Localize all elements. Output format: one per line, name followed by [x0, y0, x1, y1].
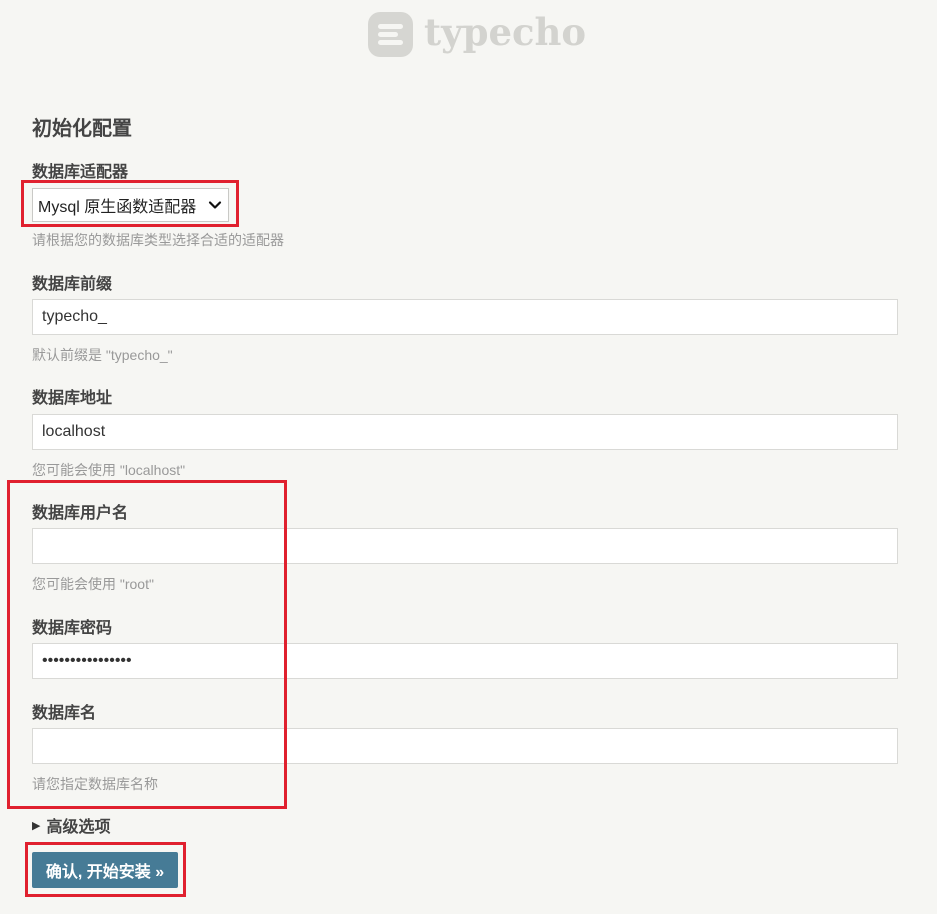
user-input[interactable]	[32, 528, 898, 564]
dbname-input[interactable]	[32, 728, 898, 764]
triangle-right-icon: ▶	[32, 819, 41, 832]
adapter-label: 数据库适配器	[32, 164, 129, 181]
advanced-options-label: 高级选项	[46, 819, 111, 836]
adapter-select[interactable]: Mysql 原生函数适配器	[32, 188, 229, 222]
adapter-hint: 请根据您的数据库类型选择合适的适配器	[32, 232, 284, 248]
user-label: 数据库用户名	[32, 505, 129, 522]
user-hint: 您可能会使用 "root"	[32, 576, 154, 592]
dbname-label: 数据库名	[32, 705, 97, 722]
password-input[interactable]	[32, 643, 898, 679]
prefix-hint: 默认前缀是 "typecho_"	[32, 347, 173, 363]
host-label: 数据库地址	[32, 390, 113, 407]
password-label: 数据库密码	[32, 620, 113, 637]
typecho-logo-icon	[368, 11, 413, 57]
logo-text: typecho	[424, 9, 587, 54]
prefix-label: 数据库前缀	[32, 276, 113, 293]
prefix-input[interactable]	[32, 299, 898, 335]
advanced-options-toggle[interactable]: ▶ 高级选项	[32, 813, 110, 837]
adapter-select-value: Mysql 原生函数适配器	[38, 199, 197, 216]
host-hint: 您可能会使用 "localhost"	[32, 462, 186, 478]
page-title: 初始化配置	[32, 118, 132, 140]
chevron-down-icon	[208, 201, 222, 209]
submit-install-button[interactable]: 确认, 开始安装 »	[32, 852, 178, 888]
dbname-hint: 请您指定数据库名称	[32, 776, 158, 792]
host-input[interactable]	[32, 414, 898, 450]
typecho-logo: typecho	[368, 10, 586, 58]
